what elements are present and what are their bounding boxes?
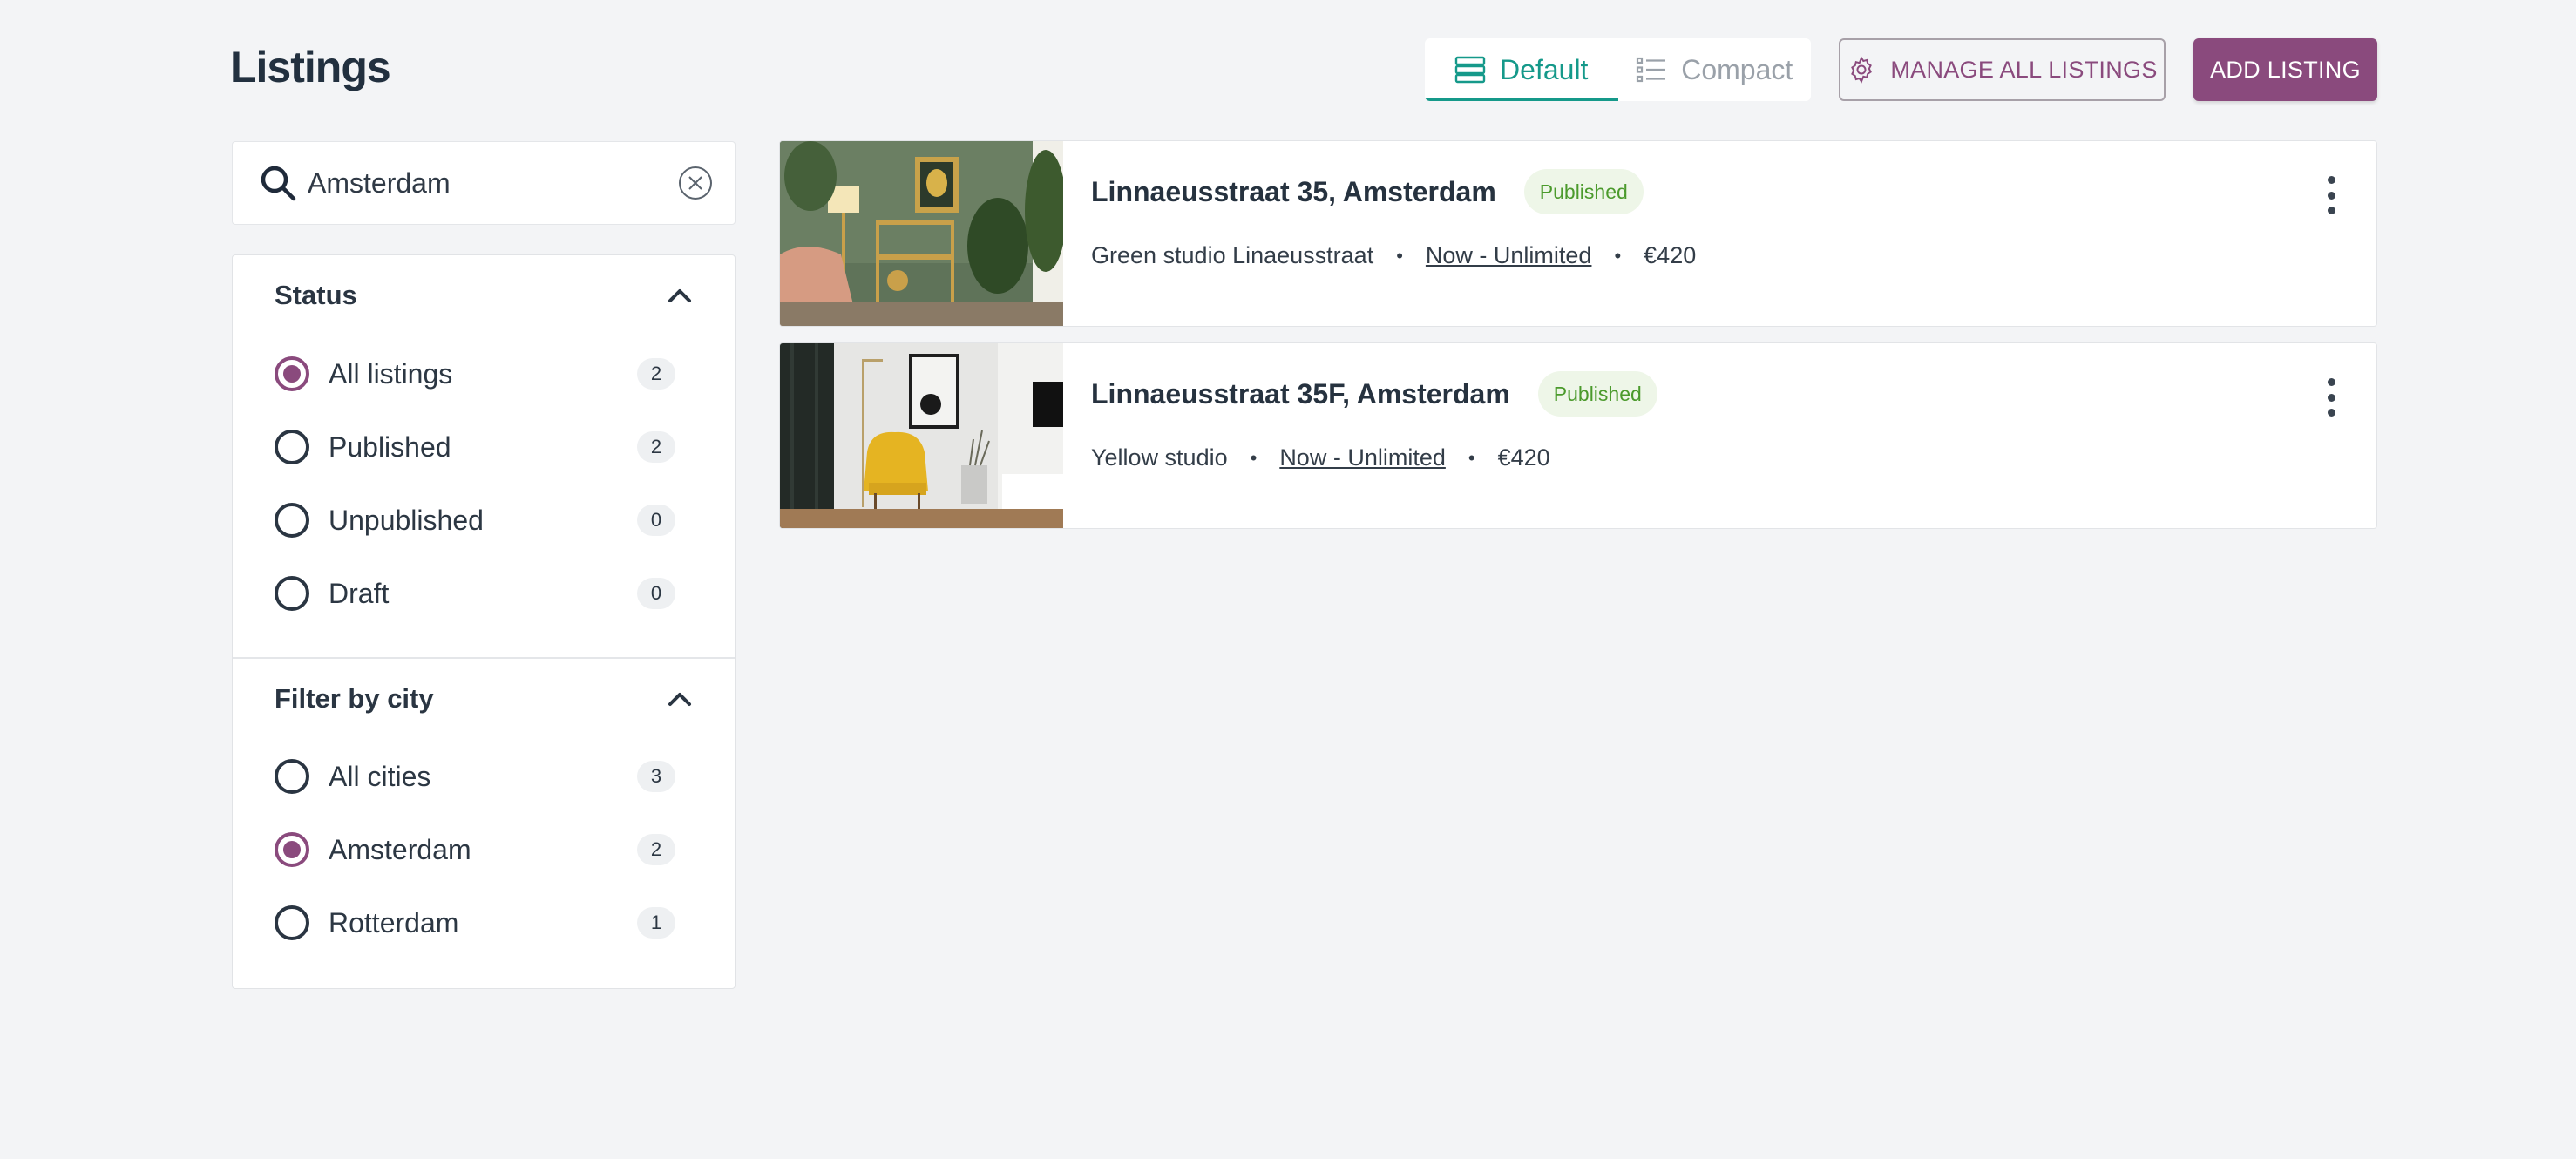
status-option-all-listings[interactable]: All listings 2 xyxy=(275,348,675,400)
more-options-icon[interactable] xyxy=(2321,176,2342,214)
status-filter-header[interactable]: Status xyxy=(275,269,693,322)
city-option-label: All cities xyxy=(329,760,431,792)
city-option-rotterdam[interactable]: Rotterdam 1 xyxy=(275,897,675,949)
filter-panel: Status All listings 2 Published 2 Unpubl… xyxy=(232,254,736,989)
view-default-button[interactable]: Default xyxy=(1425,38,1618,101)
count-badge: 2 xyxy=(637,431,675,463)
listing-photo[interactable] xyxy=(780,141,1063,326)
availability-link[interactable]: Now - Unlimited xyxy=(1279,444,1446,471)
chevron-up-icon xyxy=(668,289,691,302)
list-compact-icon xyxy=(1637,57,1666,83)
radio-button[interactable] xyxy=(275,356,309,391)
search-box xyxy=(232,141,736,225)
availability-link[interactable]: Now - Unlimited xyxy=(1426,242,1592,269)
city-option-label: Amsterdam xyxy=(329,833,471,865)
search-icon xyxy=(261,166,296,201)
search-input[interactable] xyxy=(308,166,677,200)
status-filter-section: Status All listings 2 Published 2 Unpubl… xyxy=(233,255,735,659)
separator-dot: • xyxy=(1396,244,1403,267)
separator-dot: • xyxy=(1614,244,1622,267)
listing-price: €420 xyxy=(1644,242,1697,268)
more-options-icon[interactable] xyxy=(2321,378,2342,417)
separator-dot: • xyxy=(1250,446,1257,469)
view-compact-button[interactable]: Compact xyxy=(1618,38,1812,101)
count-badge: 0 xyxy=(637,505,675,536)
separator-dot: • xyxy=(1468,446,1475,469)
view-default-label: Default xyxy=(1500,53,1589,85)
listing-photo[interactable] xyxy=(780,343,1063,528)
listing-name: Yellow studio xyxy=(1091,444,1228,471)
count-badge: 3 xyxy=(637,761,675,792)
listing-meta: Green studio Linaeusstraat • Now - Unlim… xyxy=(1091,242,1696,269)
city-option-all-cities[interactable]: All cities 3 xyxy=(275,750,675,803)
status-option-draft[interactable]: Draft 0 xyxy=(275,567,675,620)
radio-button[interactable] xyxy=(275,759,309,794)
status-option-unpublished[interactable]: Unpublished 0 xyxy=(275,494,675,546)
listing-card-body: Linnaeusstraat 35, Amsterdam Published G… xyxy=(1063,141,2376,326)
gear-icon xyxy=(1851,56,1873,84)
view-toggle: Default Compact xyxy=(1425,38,1811,101)
count-badge: 0 xyxy=(637,578,675,609)
listing-card[interactable]: Linnaeusstraat 35F, Amsterdam Published … xyxy=(779,342,2377,529)
manage-all-listings-button[interactable]: MANAGE ALL LISTINGS xyxy=(1839,38,2166,101)
listing-title-row: Linnaeusstraat 35F, Amsterdam Published xyxy=(1091,371,1657,417)
clear-search-icon[interactable] xyxy=(677,165,714,201)
count-badge: 1 xyxy=(637,907,675,939)
status-badge: Published xyxy=(1537,371,1657,417)
listing-card-body: Linnaeusstraat 35F, Amsterdam Published … xyxy=(1063,343,2376,528)
radio-button[interactable] xyxy=(275,576,309,611)
city-filter-title: Filter by city xyxy=(275,683,434,714)
status-option-label: Draft xyxy=(329,577,390,609)
page-title: Listings xyxy=(230,43,391,92)
radio-button[interactable] xyxy=(275,503,309,538)
listing-title-row: Linnaeusstraat 35, Amsterdam Published xyxy=(1091,169,1644,214)
city-filter-section: Filter by city All cities 3 Amsterdam 2 … xyxy=(233,659,735,990)
listing-price: €420 xyxy=(1497,444,1550,471)
city-option-label: Rotterdam xyxy=(329,906,459,939)
listing-title[interactable]: Linnaeusstraat 35F, Amsterdam xyxy=(1091,378,1510,410)
manage-all-listings-label: MANAGE ALL LISTINGS xyxy=(1890,56,2158,83)
listing-name: Green studio Linaeusstraat xyxy=(1091,242,1374,268)
view-compact-label: Compact xyxy=(1681,53,1793,85)
status-option-label: Unpublished xyxy=(329,504,484,536)
radio-button[interactable] xyxy=(275,430,309,464)
listing-card[interactable]: Linnaeusstraat 35, Amsterdam Published G… xyxy=(779,140,2377,327)
status-filter-title: Status xyxy=(275,280,357,310)
listing-meta: Yellow studio • Now - Unlimited • €420 xyxy=(1091,444,1550,471)
status-option-published[interactable]: Published 2 xyxy=(275,421,675,473)
status-option-label: All listings xyxy=(329,357,453,390)
count-badge: 2 xyxy=(637,834,675,865)
status-option-label: Published xyxy=(329,430,451,463)
city-filter-header[interactable]: Filter by city xyxy=(275,673,693,725)
radio-button[interactable] xyxy=(275,905,309,940)
count-badge: 2 xyxy=(637,358,675,390)
city-option-amsterdam[interactable]: Amsterdam 2 xyxy=(275,824,675,876)
chevron-up-icon xyxy=(668,693,691,706)
listing-title[interactable]: Linnaeusstraat 35, Amsterdam xyxy=(1091,176,1496,208)
list-default-icon xyxy=(1454,56,1486,84)
radio-button[interactable] xyxy=(275,832,309,867)
add-listing-button[interactable]: ADD LISTING xyxy=(2193,38,2377,101)
status-badge: Published xyxy=(1523,169,1644,214)
